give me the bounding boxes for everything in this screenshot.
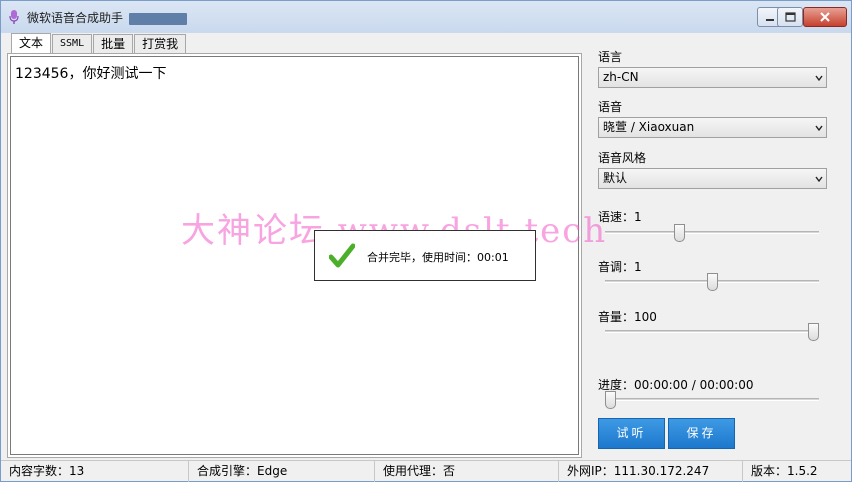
progress-label: 进度：00:00:00 / 00:00:00 [598,378,754,392]
volume-label: 音量：100 [598,310,657,324]
rate-label: 语速：1 [598,210,642,224]
voice-select[interactable]: 晓萱 / Xiaoxuan [598,117,827,138]
close-icon [820,12,830,22]
status-engine: 合成引擎：Edge [189,461,375,482]
tab-donate[interactable]: 打赏我 [134,34,187,53]
checkmark-icon [329,243,355,268]
maximize-button[interactable] [777,7,803,27]
style-select-value: 默认 [603,171,628,185]
style-label: 语音风格 [598,151,647,165]
status-bar: 内容字数：13 合成引擎：Edge 使用代理：否 外网IP：111.30.172… [1,460,851,482]
language-select-value: zh-CN [603,70,639,84]
chevron-down-icon [815,125,823,132]
maximize-icon [784,12,796,22]
rate-slider[interactable] [605,231,819,234]
tab-text[interactable]: 文本 [11,33,52,54]
style-select[interactable]: 默认 [598,168,827,189]
redacted-title-suffix [129,12,188,25]
completion-toast: 合并完毕，使用时间：00:01 [314,230,536,281]
volume-slider-thumb[interactable] [808,323,819,341]
close-button[interactable] [803,7,847,27]
microphone-icon [9,10,19,24]
status-char-count: 内容字数：13 [1,461,189,482]
tab-ssml[interactable]: SSML [52,34,93,53]
pitch-slider-thumb[interactable] [706,273,718,291]
minimize-icon [766,19,774,21]
status-proxy: 使用代理：否 [375,461,559,482]
volume-slider[interactable] [605,330,819,333]
language-label: 语言 [598,50,623,64]
chevron-down-icon [815,176,823,183]
window-title: 微软语音合成助手 [27,9,188,26]
window-title-text: 微软语音合成助手 [27,11,124,25]
status-version: 版本：1.5.2 [751,464,818,478]
tab-bar: 文本 SSML 批量 打赏我 [11,33,187,54]
language-select[interactable]: zh-CN [598,67,827,88]
progress-slider-thumb[interactable] [605,391,616,409]
tab-batch[interactable]: 批量 [93,34,134,53]
toast-message: 合并完毕，使用时间：00:01 [367,251,509,264]
save-button[interactable]: 保存 [668,418,735,449]
pitch-label: 音调：1 [598,260,642,274]
title-bar[interactable]: 微软语音合成助手 [1,1,851,33]
rate-slider-thumb[interactable] [674,224,686,242]
chevron-down-icon [815,75,823,82]
listen-button[interactable]: 试听 [598,418,665,449]
progress-slider[interactable] [605,398,819,401]
app-window: 微软语音合成助手 文本 SSML 批量 打赏我 123456，你好测试一下 大神… [0,0,852,482]
voice-label: 语音 [598,100,623,114]
voice-select-value: 晓萱 / Xiaoxuan [603,120,695,134]
status-ip: 外网IP：111.30.172.247 [559,461,743,482]
